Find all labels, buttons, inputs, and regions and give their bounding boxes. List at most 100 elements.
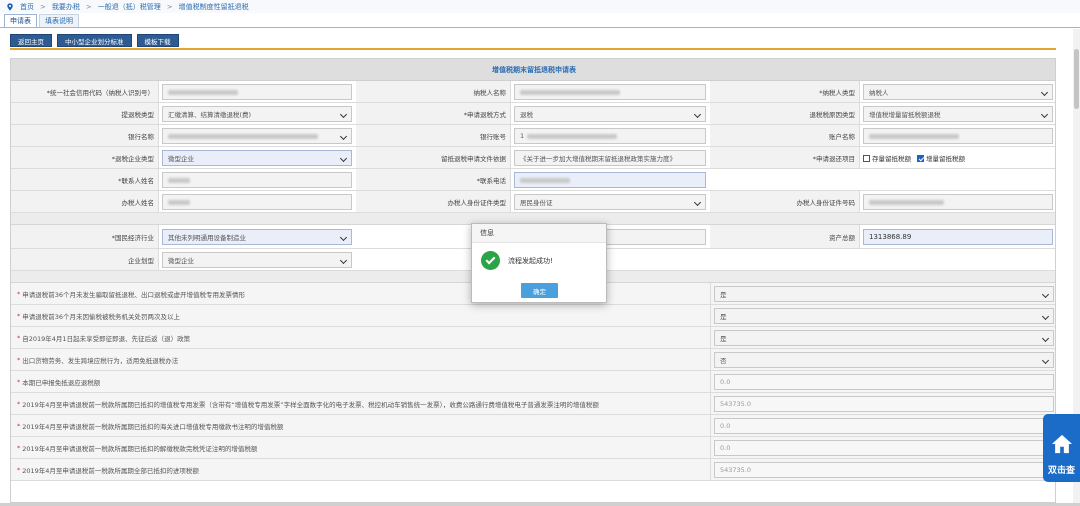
checkbox-unchecked-icon bbox=[863, 154, 870, 162]
dialog-title: 信息 bbox=[472, 224, 606, 243]
question-row: * 2019年4月至申请退税前一税款所属期已抵扣的解缴税款完税凭证注明的增值税额 … bbox=[11, 437, 1055, 459]
form-row: *联系人姓名 *联系电话 bbox=[11, 169, 1055, 191]
refund-method-select[interactable]: 退税 bbox=[514, 106, 706, 122]
enterprise-type-select[interactable]: 微型企业 bbox=[162, 150, 352, 166]
breadcrumb-home[interactable]: 首页 bbox=[20, 2, 34, 12]
credit-code-label: *统一社会信用代码（纳税人识别号） bbox=[11, 81, 159, 102]
success-check-icon bbox=[481, 251, 500, 270]
question-row: * 本期已申报免抵退应退税额 0.0 bbox=[11, 371, 1055, 393]
industry-label: *国民经济行业 bbox=[11, 225, 159, 248]
contact-phone-field[interactable] bbox=[514, 172, 706, 188]
info-dialog: 信息 流程发起成功! 确定 bbox=[471, 223, 607, 303]
agent-name-field[interactable] bbox=[162, 194, 352, 210]
question-label: * 2019年4月至申请退税前一税款所属期已抵扣的海关进口增值税专用缴款书注明的增… bbox=[11, 415, 711, 436]
agent-id-type-label: 办税人身份证件类型 bbox=[356, 191, 511, 212]
question-row: * 2019年4月至申请退税前一税款所属期全部已抵扣的进项税额 543735.0 bbox=[11, 459, 1055, 481]
floating-button-label: 双击查 bbox=[1047, 466, 1075, 476]
bank-name-select[interactable] bbox=[162, 128, 352, 144]
template-download-button[interactable]: 模板下载 bbox=[136, 34, 179, 47]
account-name-field[interactable] bbox=[863, 128, 1053, 144]
bank-name-label: 银行名称 bbox=[11, 125, 159, 146]
question-label: * 2019年4月至申请退税前一税款所属期已抵扣的增值税专用发票（含带有“增值税专… bbox=[11, 393, 711, 414]
breadcrumb-separator: > bbox=[40, 2, 46, 11]
refund-reason-select[interactable]: 增值税增量留抵税额退税 bbox=[863, 106, 1053, 122]
refund-reason-label: 退税税原因类型 bbox=[710, 103, 860, 124]
question-label: * 自2019年4月1日起未享受即征即退、先征后返（退）政策 bbox=[11, 327, 711, 348]
house-icon bbox=[1051, 434, 1072, 454]
breadcrumb-current: 增值税制度性留抵退税 bbox=[178, 2, 249, 11]
incremental-credit-checkbox[interactable]: 增量留抵税额 bbox=[917, 153, 965, 163]
agent-name-label: 办税人姓名 bbox=[11, 191, 159, 212]
question-label: * 出口货物劳务、发生跨境应税行为，适用免抵退税办法 bbox=[11, 349, 711, 370]
question-label: * 2019年4月至申请退税前一税款所属期已抵扣的解缴税款完税凭证注明的增值税额 bbox=[11, 437, 711, 458]
checkbox-checked-icon bbox=[917, 154, 924, 162]
refund-method-label: *申请退税方式 bbox=[356, 103, 511, 124]
question-select[interactable]: 是 bbox=[714, 286, 1054, 302]
taxpayer-type-select[interactable]: 纳税人 bbox=[863, 84, 1053, 100]
total-assets-label: 资产总额 bbox=[710, 225, 860, 248]
form-row: 办税人姓名 办税人身份证件类型 居民身份证 办税人身份证件号码 bbox=[11, 191, 1055, 213]
breadcrumb-separator: > bbox=[166, 2, 173, 11]
credit-code-field[interactable] bbox=[162, 84, 352, 100]
contact-name-field[interactable] bbox=[162, 172, 352, 188]
contact-name-label: *联系人姓名 bbox=[11, 169, 159, 190]
question-row: * 申请退税前36个月未因偷税被税务机关处罚两次及以上 是 bbox=[11, 305, 1055, 327]
bank-account-label: 银行账号 bbox=[356, 125, 511, 146]
scrollbar-thumb[interactable] bbox=[1074, 49, 1079, 109]
refund-category-select[interactable]: 汇缴清算、结算清缴退税(费) bbox=[162, 106, 352, 122]
confirm-button[interactable]: 确定 bbox=[521, 283, 558, 298]
refund-item-checkboxes: 存量留抵税额 增量留抵税额 bbox=[863, 152, 971, 164]
tab-fill-instructions[interactable]: 填表说明 bbox=[39, 14, 79, 27]
enterprise-size-label: 企业划型 bbox=[11, 249, 159, 270]
question-row: * 自2019年4月1日起未享受即征即退、先征后返（退）政策 是 bbox=[11, 327, 1055, 349]
enterprise-size-select[interactable]: 微型企业 bbox=[162, 252, 352, 268]
taxpayer-type-label: *纳税人类型 bbox=[710, 81, 860, 102]
question-label: * 本期已申报免抵退应退税额 bbox=[11, 371, 711, 392]
incremental-credit-label: 增量留抵税额 bbox=[926, 155, 965, 163]
agent-id-number-field[interactable] bbox=[863, 194, 1053, 210]
question-value-field[interactable]: 543735.0 bbox=[714, 396, 1054, 412]
question-row: * 2019年4月至申请退税前一税款所属期已抵扣的海关进口增值税专用缴款书注明的增… bbox=[11, 415, 1055, 437]
question-row: * 出口货物劳务、发生跨境应税行为，适用免抵退税办法 否 bbox=[11, 349, 1055, 371]
form-title: 增值税期末留抵退税申请表 bbox=[11, 59, 1055, 81]
form-row: *统一社会信用代码（纳税人识别号） 纳税人名称 *纳税人类型 纳税人 bbox=[11, 81, 1055, 103]
location-pin-icon bbox=[7, 2, 13, 11]
question-value-field[interactable]: 543735.0 bbox=[714, 462, 1054, 478]
floating-home-button[interactable]: 双击查 bbox=[1043, 414, 1080, 482]
bank-account-field[interactable]: 1 bbox=[514, 128, 706, 144]
contact-phone-label: *联系电话 bbox=[356, 169, 511, 190]
question-row: * 2019年4月至申请退税前一税款所属期已抵扣的增值税专用发票（含带有“增值税专… bbox=[11, 393, 1055, 415]
breadcrumb-item[interactable]: 一般退（抵）税管理 bbox=[98, 2, 161, 12]
industry-select[interactable]: 其他未列明通用设备制造业 bbox=[162, 229, 352, 245]
toolbar-divider bbox=[10, 48, 1056, 50]
tab-application-form[interactable]: 申请表 bbox=[4, 14, 37, 27]
policy-basis-field[interactable]: 《关于进一步加大增值税期末留抵退税政策实施力度》 bbox=[514, 150, 706, 166]
total-assets-field[interactable]: 1313868.89 bbox=[863, 229, 1053, 245]
bank-account-value: 1 bbox=[520, 132, 525, 140]
question-select[interactable]: 是 bbox=[714, 308, 1054, 324]
breadcrumb: 首页 > 我要办税 > 一般退（抵）税管理 > 增值税制度性留抵退税 bbox=[0, 0, 1080, 13]
account-name-label: 账户名称 bbox=[710, 125, 860, 146]
breadcrumb-separator: > bbox=[85, 2, 92, 11]
question-value-field[interactable]: 0.0 bbox=[714, 418, 1054, 434]
question-label: * 2019年4月至申请退税前一税款所属期全部已抵扣的进项税额 bbox=[11, 459, 711, 480]
dialog-message: 流程发起成功! bbox=[508, 256, 553, 265]
question-select[interactable]: 否 bbox=[714, 352, 1054, 368]
agent-id-type-select[interactable]: 居民身份证 bbox=[514, 194, 706, 210]
breadcrumb-item[interactable]: 我要办税 bbox=[52, 2, 80, 12]
form-row: 银行名称 银行账号 1 账户名称 bbox=[11, 125, 1055, 147]
refund-item-label: *申请退还项目 bbox=[710, 147, 860, 168]
taxpayer-name-field[interactable] bbox=[514, 84, 706, 100]
sme-standard-button[interactable]: 中小型企业划分标准 bbox=[57, 34, 132, 47]
dialog-body: 流程发起成功! bbox=[472, 243, 606, 270]
enterprise-type-label: *退税企业类型 bbox=[11, 147, 159, 168]
question-value-field[interactable]: 0.0 bbox=[714, 440, 1054, 456]
return-home-button[interactable]: 返回主页 bbox=[10, 34, 52, 47]
form-row: 提退税类型 汇缴清算、结算清缴退税(费) *申请退税方式 退税 退税税原因类型 … bbox=[11, 103, 1055, 125]
question-select[interactable]: 是 bbox=[714, 330, 1054, 346]
taxpayer-name-label: 纳税人名称 bbox=[356, 81, 511, 102]
stock-credit-checkbox[interactable]: 存量留抵税额 bbox=[863, 153, 911, 163]
stock-credit-label: 存量留抵税额 bbox=[872, 155, 911, 163]
policy-basis-label: 留抵退税申请文件依据 bbox=[356, 147, 511, 168]
question-value-field[interactable]: 0.0 bbox=[714, 374, 1054, 390]
